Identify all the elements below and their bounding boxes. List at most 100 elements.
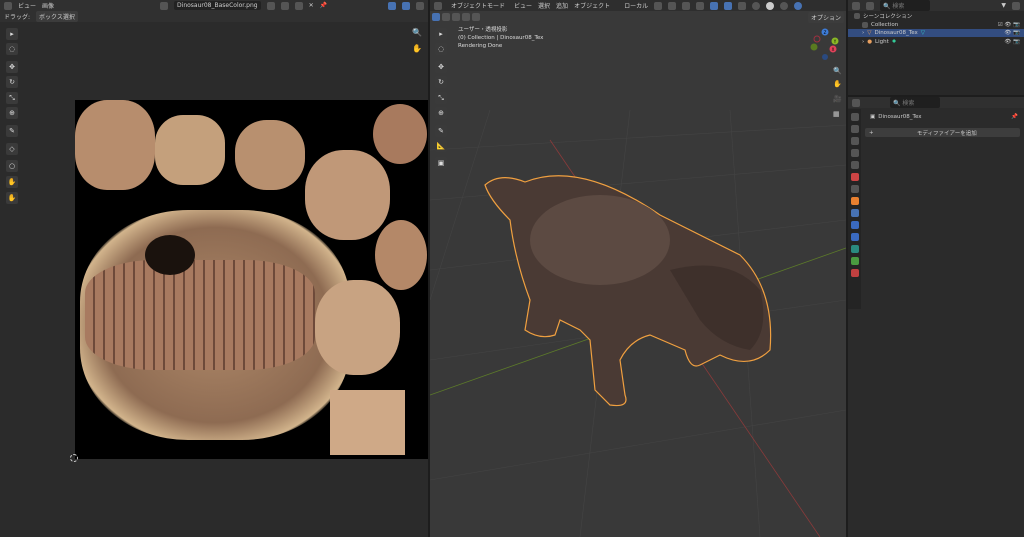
scale-tool[interactable]: ⤡ bbox=[435, 92, 447, 104]
transform-tool[interactable]: ⊕ bbox=[435, 107, 447, 119]
data-tab-icon[interactable] bbox=[850, 257, 859, 265]
overlay-toggle-icon[interactable] bbox=[402, 1, 410, 10]
transform-tool[interactable]: ⊕ bbox=[6, 107, 18, 119]
dinosaur-model bbox=[484, 175, 772, 407]
uv-cursor-icon bbox=[70, 454, 78, 462]
pin-icon[interactable]: 📌 bbox=[320, 2, 327, 9]
new-image-icon[interactable] bbox=[280, 1, 289, 10]
render-status: Rendering Done bbox=[458, 43, 503, 49]
annotate-tool[interactable]: ✎ bbox=[6, 125, 18, 137]
image-name-field[interactable]: Dinosaur08_BaseColor.png bbox=[174, 1, 261, 10]
rotate-tool[interactable]: ↻ bbox=[435, 76, 447, 88]
image-browse-icon[interactable] bbox=[160, 1, 169, 10]
image-editor: ビュー 画像 Dinosaur08_BaseColor.png ✕ 📌 ドラッグ… bbox=[0, 0, 428, 537]
dinosaur-label: Dinosaur08_Tex bbox=[874, 30, 918, 36]
output-tab-icon[interactable] bbox=[850, 137, 859, 145]
texture-image bbox=[75, 100, 428, 459]
display-channels-icon[interactable] bbox=[416, 1, 424, 10]
modifier-tab-icon[interactable] bbox=[850, 209, 859, 217]
scene-collection-label: シーンコレクション bbox=[863, 14, 913, 20]
cursor-tool[interactable]: ◌ bbox=[435, 43, 447, 55]
properties-editor: 🔍 検索 ▣ Dinosaur08_Tex 📌 + モディファイアーを追加 bbox=[848, 97, 1024, 537]
annotate-tool[interactable]: ✎ bbox=[435, 125, 447, 137]
pan-icon[interactable]: ✋ bbox=[833, 80, 842, 88]
gizmo-x-label: X bbox=[832, 47, 835, 52]
properties-tabs bbox=[848, 109, 861, 309]
view-label: ユーザー・透視投影 bbox=[458, 27, 508, 33]
menu-view[interactable]: ビュー bbox=[18, 1, 36, 10]
scene-tab-icon[interactable] bbox=[850, 161, 859, 169]
outliner: 🔍 検索 ▼ シーンコレクション Collection ☑ 👁 📷 › ▽ Dinos… bbox=[848, 0, 1024, 95]
collection-row[interactable]: Collection ☑ 👁 📷 bbox=[848, 21, 1024, 29]
object-name-row: ▣ Dinosaur08_Tex 📌 bbox=[864, 113, 1024, 121]
outliner-search[interactable]: 🔍 検索 bbox=[880, 0, 930, 11]
visibility-icons[interactable]: 👁 📷 bbox=[1004, 39, 1020, 45]
add-modifier-button[interactable]: + モディファイアーを追加 bbox=[865, 128, 1020, 137]
light-icon: ● bbox=[867, 39, 873, 45]
visibility-icons[interactable]: 👁 📷 bbox=[1004, 30, 1020, 36]
open-image-icon[interactable] bbox=[294, 1, 303, 10]
pin-icon[interactable]: 📌 bbox=[1011, 114, 1018, 120]
expand-icon[interactable]: › bbox=[862, 39, 864, 45]
collection-label: (0) Collection | Dinosaur08_Tex bbox=[458, 35, 544, 41]
tool-tab-icon[interactable] bbox=[850, 113, 859, 121]
search-placeholder: 検索 bbox=[892, 3, 905, 10]
select-tool[interactable]: ▸ bbox=[6, 28, 18, 40]
relax-tool[interactable]: ○ bbox=[6, 160, 18, 172]
menu-image[interactable]: 画像 bbox=[42, 1, 54, 10]
properties-search[interactable]: 🔍 検索 bbox=[890, 97, 940, 108]
measure-tool[interactable]: 📐 bbox=[435, 140, 447, 152]
constraints-tab-icon[interactable] bbox=[850, 245, 859, 253]
fake-user-icon[interactable] bbox=[266, 1, 275, 10]
drag-mode-dropdown[interactable]: ボックス選択 bbox=[36, 11, 78, 22]
gizmo-z-label: Z bbox=[824, 30, 827, 35]
rotate-tool[interactable]: ↻ bbox=[6, 76, 18, 88]
move-tool[interactable]: ✥ bbox=[6, 61, 18, 73]
physics-tab-icon[interactable] bbox=[850, 233, 859, 241]
close-icon[interactable]: ✕ bbox=[309, 2, 314, 9]
particles-tab-icon[interactable] bbox=[850, 221, 859, 229]
add-cube-tool[interactable]: ▣ bbox=[435, 157, 447, 169]
3d-viewport: オブジェクトモード ビュー 選択 追加 オブジェクト ローカル オプション ユー… bbox=[430, 0, 846, 537]
viewport-overlay-text: ユーザー・透視投影 (0) Collection | Dinosaur08_Te… bbox=[458, 26, 543, 50]
pinch-tool[interactable]: ✋ bbox=[6, 176, 18, 188]
perspective-toggle-icon[interactable]: ▦ bbox=[833, 110, 840, 118]
mesh-data-icon: ▽ bbox=[920, 30, 925, 36]
filter-view-icon[interactable] bbox=[866, 1, 874, 10]
light-object-row[interactable]: › ● Light ✹ 👁 📷 bbox=[848, 38, 1024, 46]
select-tool[interactable]: ▸ bbox=[435, 28, 447, 40]
editor-type-icon[interactable] bbox=[852, 98, 860, 107]
view-layer-tab-icon[interactable] bbox=[850, 149, 859, 157]
cursor-tool[interactable]: ◌ bbox=[6, 43, 18, 55]
display-mode-icon[interactable] bbox=[852, 1, 860, 10]
expand-icon[interactable]: › bbox=[862, 30, 864, 36]
search-placeholder: 検索 bbox=[902, 100, 915, 107]
editor-type-icon[interactable] bbox=[4, 1, 12, 10]
tool-settings-bar: ドラッグ: ボックス選択 bbox=[0, 11, 428, 22]
render-tab-icon[interactable] bbox=[850, 125, 859, 133]
zoom-icon[interactable]: 🔍 bbox=[412, 28, 422, 37]
navigation-gizmo[interactable]: Z Y X bbox=[805, 26, 845, 64]
scene-collection-row[interactable]: シーンコレクション bbox=[848, 12, 1024, 20]
sample-tool[interactable]: ✋ bbox=[6, 192, 18, 204]
new-collection-icon[interactable] bbox=[1012, 1, 1020, 10]
camera-view-icon[interactable]: 🎥 bbox=[833, 95, 842, 103]
collection-tab-icon[interactable] bbox=[850, 185, 859, 193]
dinosaur-object-row[interactable]: › ▽ Dinosaur08_Tex ▽ 👁 📷 bbox=[848, 29, 1024, 37]
object-tab-icon[interactable] bbox=[850, 197, 859, 205]
properties-header: 🔍 検索 bbox=[848, 97, 1024, 108]
pan-icon[interactable]: ✋ bbox=[412, 44, 422, 53]
outliner-header: 🔍 検索 ▼ bbox=[848, 0, 1024, 11]
visibility-icons[interactable]: ☑ 👁 📷 bbox=[998, 22, 1020, 28]
grab-tool[interactable]: ◇ bbox=[6, 143, 18, 155]
scale-tool[interactable]: ⤡ bbox=[6, 92, 18, 104]
zoom-icon[interactable]: 🔍 bbox=[833, 67, 842, 75]
image-editor-header: ビュー 画像 Dinosaur08_BaseColor.png ✕ 📌 bbox=[0, 0, 428, 11]
filter-icon[interactable]: ▼ bbox=[1001, 2, 1006, 9]
material-tab-icon[interactable] bbox=[850, 269, 859, 277]
light-label: Light bbox=[875, 39, 889, 45]
world-tab-icon[interactable] bbox=[850, 173, 859, 181]
move-tool[interactable]: ✥ bbox=[435, 61, 447, 73]
object-name: Dinosaur08_Tex bbox=[878, 114, 922, 120]
gizmo-toggle-icon[interactable] bbox=[388, 1, 396, 10]
